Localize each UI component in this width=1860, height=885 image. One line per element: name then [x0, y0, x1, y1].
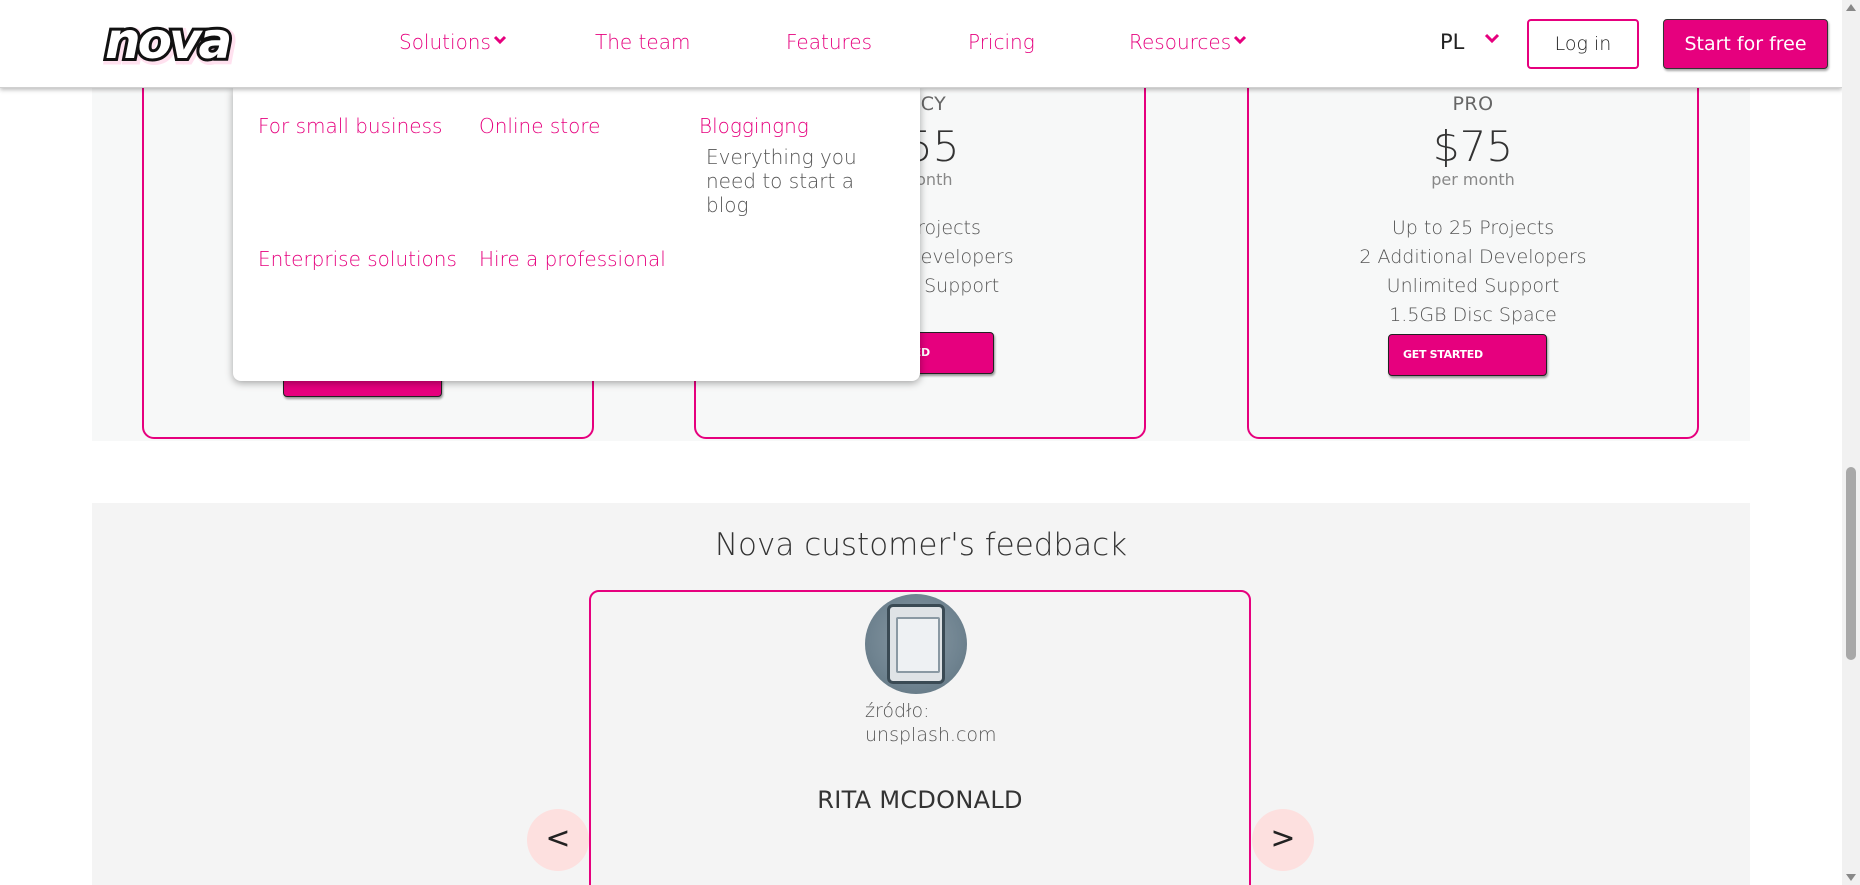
chevron-down-icon	[493, 35, 506, 45]
menu-item-blogging[interactable]: Bloggingng	[699, 114, 809, 138]
chevron-down-icon[interactable]	[1483, 32, 1501, 46]
nav-solutions[interactable]: Solutions	[399, 30, 507, 54]
tablet-image	[887, 604, 945, 684]
nova-logo[interactable]: nova nova	[103, 18, 265, 70]
nav-solutions-label: Solutions	[399, 30, 491, 54]
plan-feature: 1.5GB Disc Space	[1389, 304, 1557, 326]
logo-text: nova	[105, 18, 230, 70]
menu-item-online-store[interactable]: Online store	[479, 114, 600, 138]
login-button[interactable]: Log in	[1527, 19, 1639, 69]
plan-price: 55	[906, 122, 960, 171]
menu-item-blogging-description: Everything you need to start a blog	[706, 145, 857, 217]
plan-features-list: Projects Developers d Support	[906, 214, 1144, 301]
nav-resources[interactable]: Resources	[1129, 30, 1247, 54]
feedback-title: Nova customer's feedback	[714, 527, 1128, 563]
nav-features[interactable]: Features	[786, 30, 872, 54]
menu-item-enterprise[interactable]: Enterprise solutions	[258, 247, 457, 271]
page-scrollbar[interactable]	[1842, 0, 1860, 885]
language-selector-label[interactable]: PL	[1440, 30, 1464, 54]
solutions-dropdown-menu: For small business Online store Blogging…	[233, 88, 920, 381]
plan-name: NCY	[906, 93, 947, 115]
plan-feature: Unlimited Support	[1386, 275, 1560, 297]
avatar	[865, 594, 967, 694]
plan-feature: Projects	[906, 217, 981, 239]
scroll-up-arrow-icon[interactable]	[1846, 4, 1856, 11]
plan-features-list: Up to 25 Projects 2 Additional Developer…	[1249, 214, 1697, 330]
menu-item-hire-professional[interactable]: Hire a professional	[479, 247, 666, 271]
nav-resources-label: Resources	[1129, 30, 1232, 54]
menu-item-small-business[interactable]: For small business	[258, 114, 442, 138]
site-header: nova nova Solutions The team Features Pr…	[0, 0, 1842, 88]
plan-period: nonth	[906, 170, 953, 189]
plan-feature: d Support	[906, 275, 1000, 297]
plan-period: per month	[1431, 170, 1515, 189]
feedback-section: Nova customer's feedback źródło: unsplas…	[92, 503, 1750, 885]
nav-the-team[interactable]: The team	[595, 30, 690, 54]
start-for-free-button[interactable]: Start for free	[1663, 19, 1828, 69]
plan-feature: Developers	[906, 246, 1014, 268]
nav-pricing[interactable]: Pricing	[968, 30, 1035, 54]
page-viewport: GET STARTED NCY 55 nonth Projects Develo…	[0, 0, 1860, 885]
plan-price: $75	[1432, 122, 1514, 171]
plan-feature: Up to 25 Projects	[1391, 217, 1555, 239]
scroll-down-arrow-icon[interactable]	[1846, 874, 1856, 881]
plan-pro-get-started-button[interactable]: GET STARTED	[1388, 334, 1547, 376]
avatar-caption: źródło: unsplash.com	[865, 700, 997, 746]
scrollbar-thumb[interactable]	[1846, 467, 1856, 660]
testimonial-card: źródło: unsplash.com RITA MCDONALD	[589, 590, 1251, 885]
carousel-next-button[interactable]: >	[1252, 809, 1314, 871]
carousel-prev-button[interactable]: <	[527, 809, 589, 871]
plan-name: PRO	[1452, 93, 1494, 115]
testimonial-name: RITA MCDONALD	[817, 786, 1023, 814]
plan-feature: 2 Additional Developers	[1359, 246, 1587, 268]
chevron-down-icon	[1234, 35, 1247, 45]
